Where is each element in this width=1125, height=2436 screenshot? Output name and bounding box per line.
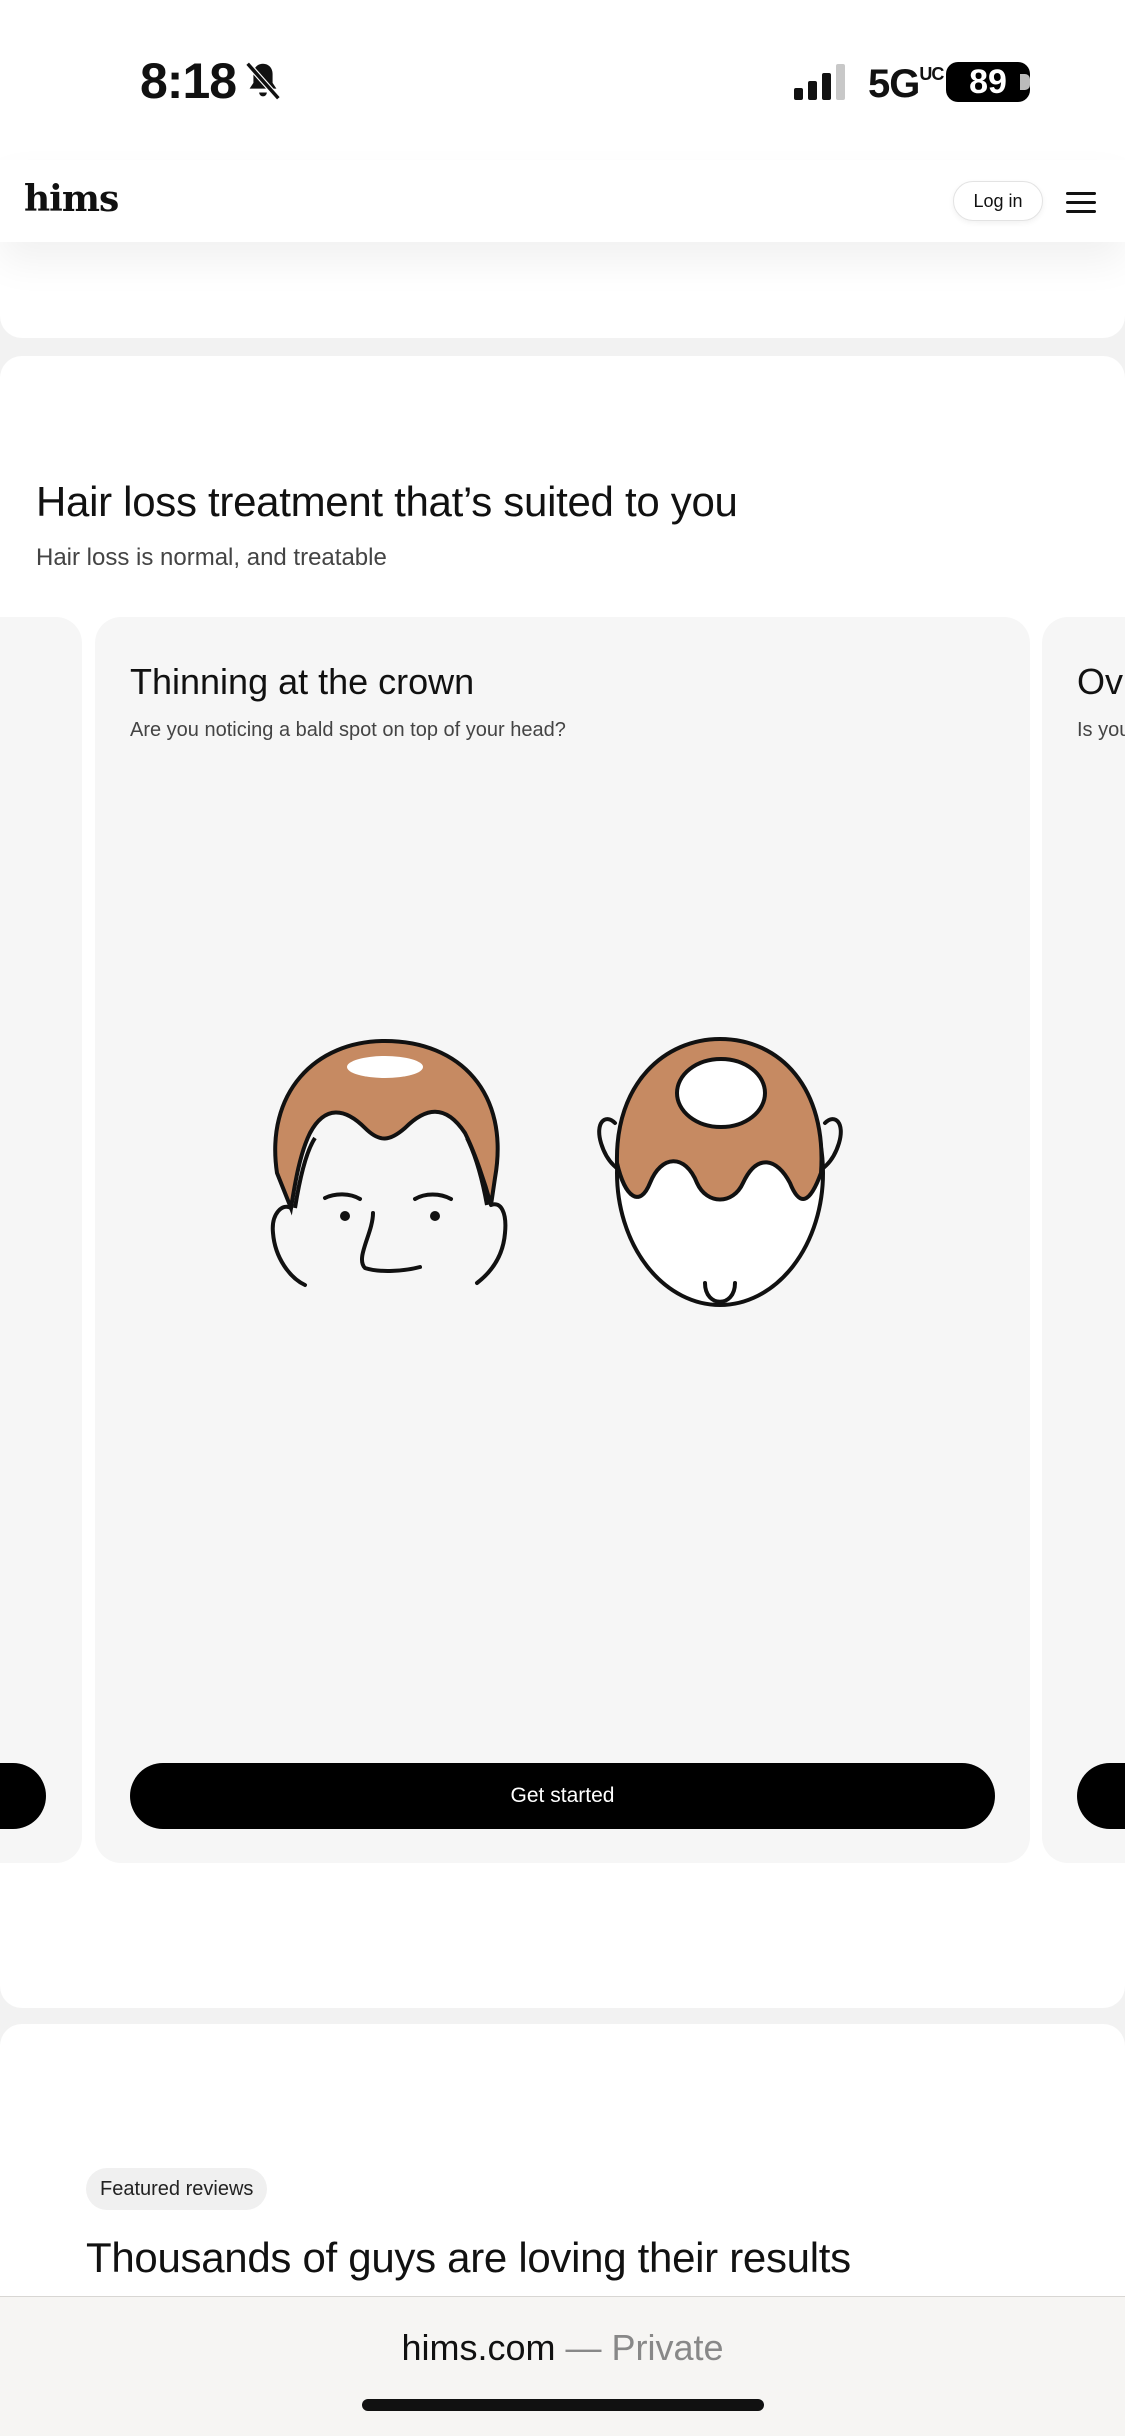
carousel-card-crown[interactable]: Thinning at the crown Are you noticing a…	[95, 617, 1030, 1863]
signal-icon	[794, 64, 845, 100]
next-card-title: Ov	[1077, 661, 1124, 702]
crown-thinning-illustration	[270, 1036, 843, 1307]
status-bar: 8:18 5GUC 89	[0, 0, 1125, 160]
reviews-title: Thousands of guys are loving their resul…	[86, 2234, 851, 2281]
carousel-card-previous[interactable]	[0, 617, 82, 1863]
status-time: 8:18	[140, 53, 237, 109]
battery-tip	[1020, 74, 1030, 90]
battery-icon: 89	[946, 62, 1030, 102]
network-label: 5GUC	[868, 62, 944, 106]
browser-url-bar[interactable]: hims.com — Private	[0, 2296, 1125, 2436]
treatment-section: Hair loss treatment that’s suited to you…	[0, 356, 1125, 2008]
front-head-icon	[270, 1038, 508, 1287]
card-title: Thinning at the crown	[130, 661, 475, 702]
private-mode-label: — Private	[565, 2327, 724, 2368]
hims-logo[interactable]: hims	[24, 178, 119, 220]
url-text[interactable]: hims.com — Private	[0, 2327, 1125, 2369]
url-domain: hims.com	[401, 2327, 556, 2368]
bell-muted-icon	[245, 61, 281, 101]
network-badge: UC	[919, 64, 944, 84]
site-header: hims Log in	[0, 160, 1125, 242]
next-card-cta[interactable]	[1077, 1763, 1125, 1829]
featured-reviews-badge: Featured reviews	[86, 2168, 268, 2210]
next-card-subtitle: Is you	[1077, 719, 1125, 741]
carousel-card-next[interactable]: Ov Is you	[1042, 617, 1125, 1863]
home-indicator[interactable]	[362, 2399, 764, 2411]
top-section-end	[0, 242, 1125, 338]
get-started-button[interactable]: Get started	[130, 1763, 995, 1829]
login-button[interactable]: Log in	[953, 181, 1043, 221]
previous-card-cta[interactable]	[0, 1763, 46, 1829]
section-title: Hair loss treatment that’s suited to you	[36, 478, 738, 525]
section-subtitle: Hair loss is normal, and treatable	[36, 544, 387, 571]
card-subtitle: Are you noticing a bald spot on top of y…	[130, 719, 566, 741]
hamburger-menu-icon[interactable]	[1066, 192, 1096, 214]
top-head-icon	[597, 1036, 843, 1307]
